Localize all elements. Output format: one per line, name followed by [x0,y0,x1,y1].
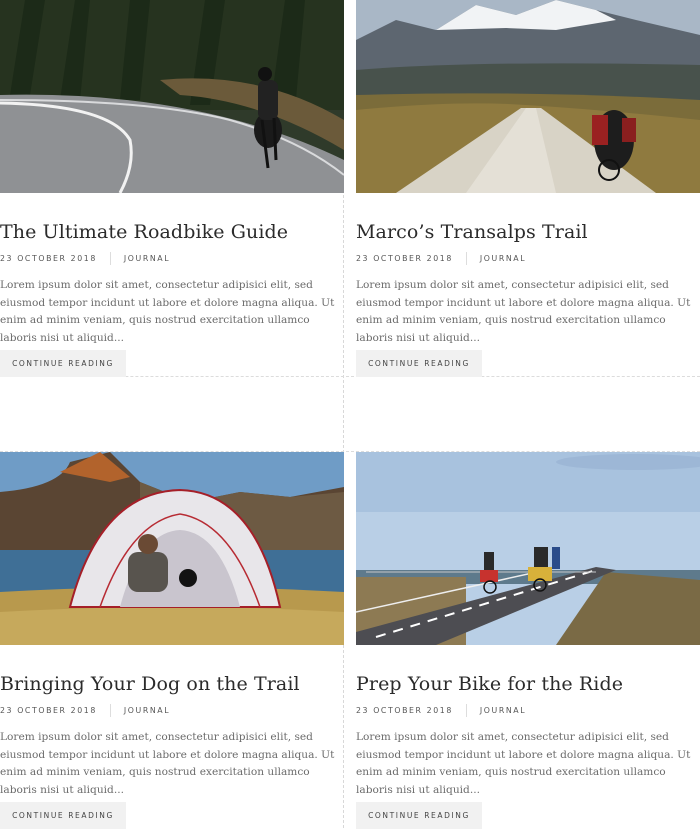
roadbike-photo [0,0,344,193]
post-category-link[interactable]: JOURNAL [124,254,170,263]
post-excerpt: Lorem ipsum dolor sit amet, consectetur … [356,279,691,344]
post-thumbnail-link[interactable] [0,452,344,645]
post-category-link[interactable]: JOURNAL [124,706,170,715]
meta-separator [109,703,111,717]
blog-post-card: Marco’s Transalps Trail 23 OCTOBER 2018 … [356,0,700,377]
post-excerpt: Lorem ipsum dolor sit amet, consectetur … [0,279,335,344]
continue-reading-button[interactable]: CONTINUE READING [0,350,126,377]
meta-separator [465,251,467,265]
blog-post-card: Bringing Your Dog on the Trail 23 OCTOBE… [0,452,344,829]
post-date: 23 OCTOBER 2018 [0,253,97,263]
post-title[interactable]: Marco’s Transalps Trail [356,221,700,243]
post-thumbnail-link[interactable] [356,452,700,645]
post-meta: 23 OCTOBER 2018 JOURNAL [356,251,526,265]
mountain-trail-photo [356,0,700,193]
meta-separator [465,703,467,717]
post-meta: 23 OCTOBER 2018 JOURNAL [0,703,170,717]
post-title[interactable]: The Ultimate Roadbike Guide [0,221,344,243]
post-category-link[interactable]: JOURNAL [480,254,526,263]
tent-lake-photo [0,452,344,645]
post-meta: 23 OCTOBER 2018 JOURNAL [356,703,526,717]
post-title[interactable]: Prep Your Bike for the Ride [356,673,700,695]
post-date: 23 OCTOBER 2018 [356,705,453,715]
blog-post-card: Prep Your Bike for the Ride 23 OCTOBER 2… [356,452,700,829]
coastal-road-photo [356,452,700,645]
continue-reading-button[interactable]: CONTINUE READING [0,802,126,829]
post-excerpt: Lorem ipsum dolor sit amet, consectetur … [356,731,691,796]
post-meta: 23 OCTOBER 2018 JOURNAL [0,251,170,265]
post-date: 23 OCTOBER 2018 [356,253,453,263]
blog-post-card: The Ultimate Roadbike Guide 23 OCTOBER 2… [0,0,344,377]
continue-reading-button[interactable]: CONTINUE READING [356,802,482,829]
continue-reading-button[interactable]: CONTINUE READING [356,350,482,377]
post-category-link[interactable]: JOURNAL [480,706,526,715]
post-excerpt: Lorem ipsum dolor sit amet, consectetur … [0,731,335,796]
post-title[interactable]: Bringing Your Dog on the Trail [0,673,344,695]
post-date: 23 OCTOBER 2018 [0,705,97,715]
meta-separator [109,251,111,265]
post-thumbnail-link[interactable] [0,0,344,193]
post-thumbnail-link[interactable] [356,0,700,193]
